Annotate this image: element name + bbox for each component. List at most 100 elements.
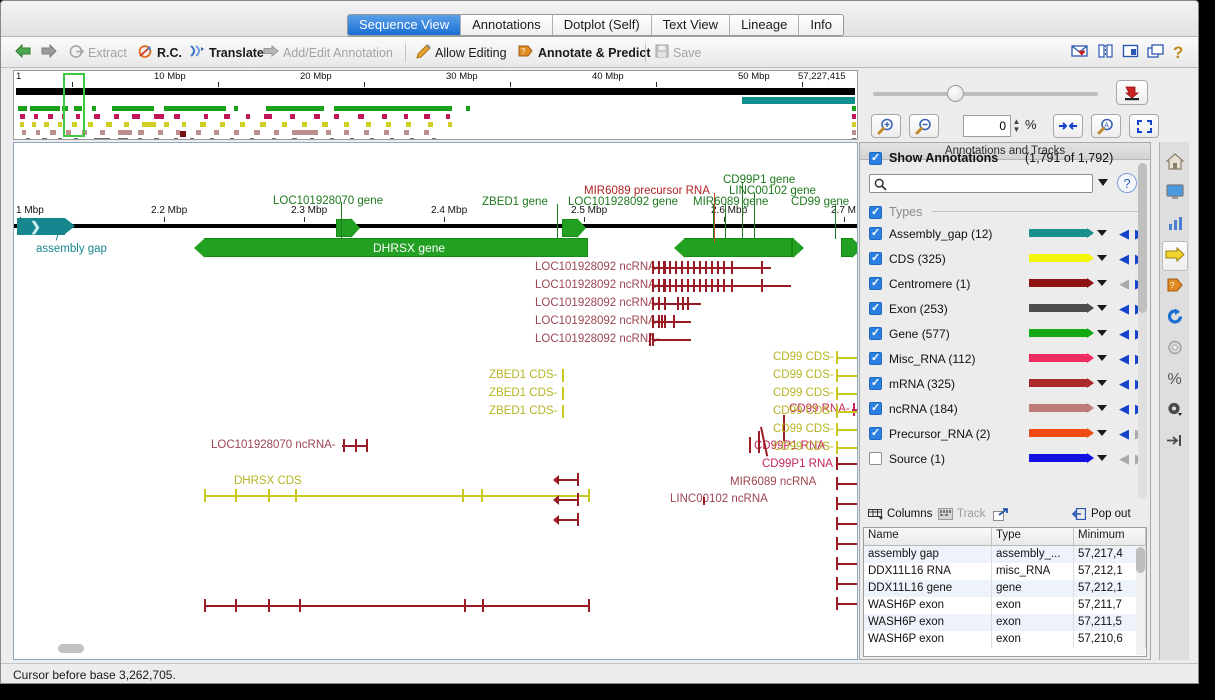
annotation-type-checkbox[interactable] (869, 301, 882, 315)
annotations-search-dropdown-icon[interactable] (1098, 179, 1108, 186)
table-scrollbar-thumb[interactable] (1136, 547, 1145, 573)
table-row[interactable]: WASH6P exon exon 57,211,7 (864, 597, 1146, 614)
annotation-type-row[interactable]: Precursor_RNA (2)◀▶ (869, 421, 1145, 446)
chevron-down-icon[interactable] (1097, 230, 1107, 236)
mail-button[interactable] (1071, 42, 1090, 63)
annotation-type-color-swatch[interactable] (1029, 404, 1087, 412)
annotation-type-row[interactable]: Centromere (1)◀▶ (869, 271, 1145, 296)
previous-feature-icon[interactable]: ◀ (1119, 427, 1129, 440)
annotation-type-row[interactable]: Source (1)◀▶ (869, 446, 1145, 471)
cds-label-cd99[interactable]: CD99 CDS- (773, 441, 834, 453)
previous-feature-icon[interactable]: ◀ (1119, 227, 1129, 240)
gene-feature-dhrsx[interactable]: DHRSX gene (194, 238, 588, 258)
add-edit-annotation-button[interactable]: Add/Edit Annotation (263, 42, 393, 63)
chevron-down-icon[interactable] (1097, 380, 1107, 386)
new-window-button[interactable] (1147, 42, 1165, 63)
chevron-down-icon[interactable] (1097, 455, 1107, 461)
strip-yellow-arrow-button[interactable] (1162, 241, 1188, 271)
gene-feature-cd99[interactable] (841, 238, 857, 258)
pop-out-button[interactable]: Pop out (1072, 508, 1131, 520)
chevron-down-icon[interactable] (1097, 330, 1107, 336)
allow-editing-button[interactable]: Allow Editing (415, 42, 507, 63)
annotation-type-row[interactable]: Exon (253)◀▶ (869, 296, 1145, 321)
annotation-type-checkbox[interactable] (869, 376, 882, 390)
strip-chart-button[interactable] (1162, 210, 1188, 240)
annotation-type-checkbox[interactable] (869, 251, 882, 265)
cds-label-zbed1[interactable]: ZBED1 CDS- (489, 387, 557, 399)
split-view-button[interactable] (1097, 42, 1115, 63)
chevron-down-icon[interactable] (1097, 430, 1107, 436)
annotation-type-checkbox[interactable] (869, 452, 882, 465)
gene-feature-loc101928092[interactable] (674, 238, 792, 258)
table-row[interactable]: WASH6P exon exon 57,210,6 (864, 631, 1146, 648)
tab-info[interactable]: Info (799, 15, 844, 35)
zoom-auto-button[interactable]: A (1091, 114, 1121, 138)
annotation-type-row[interactable]: Gene (577)◀▶ (869, 321, 1145, 346)
help-button[interactable]: ? (1173, 42, 1183, 63)
annotation-type-row[interactable]: CDS (325)◀▶ (869, 246, 1145, 271)
strip-refresh-button[interactable] (1162, 303, 1188, 333)
zoom-percent-stepper[interactable]: ▲ ▼ (1011, 115, 1022, 137)
strip-settings-gear-button[interactable] (1162, 396, 1188, 426)
annotation-type-color-swatch[interactable] (1029, 304, 1087, 312)
table-row[interactable]: DDX11L16 gene gene 57,212,1 (864, 580, 1146, 597)
zoom-percent-field[interactable]: 0 (963, 115, 1011, 137)
gene-label[interactable]: MIR6089 gene (693, 196, 768, 208)
fullscreen-button[interactable] (1129, 114, 1159, 138)
overview-viewport-selection[interactable] (63, 73, 85, 137)
show-annotations-checkbox[interactable] (869, 151, 882, 165)
chevron-down-icon[interactable] (1097, 405, 1107, 411)
sequence-view-panel[interactable]: 1 Mbp 2.2 Mbp 2.3 Mbp 2.4 Mbp 2.5 Mbp 2.6 Mbp… (13, 142, 858, 660)
rna-label[interactable]: LOC101928092 ncRNA- (535, 333, 660, 345)
rna-label-linc00102[interactable]: LINC00102 ncRNA (670, 493, 768, 505)
previous-feature-icon[interactable]: ◀ (1119, 327, 1129, 340)
cds-label-cd99[interactable]: CD99 CDS- (773, 405, 834, 417)
annotation-type-row[interactable]: ncRNA (184)◀▶ (869, 396, 1145, 421)
annotation-type-color-swatch[interactable] (1029, 429, 1087, 437)
annotation-type-color-swatch[interactable] (1029, 279, 1087, 287)
annotation-type-checkbox[interactable] (869, 326, 882, 340)
annotation-type-color-swatch[interactable] (1029, 229, 1087, 237)
gene-label[interactable]: LOC101928070 gene (273, 195, 383, 207)
annotation-type-checkbox[interactable] (869, 401, 882, 415)
zoom-slider-knob[interactable] (947, 85, 964, 102)
horizontal-scrollbar-thumb[interactable] (58, 644, 84, 653)
table-scrollbar[interactable] (1136, 547, 1145, 655)
cds-label-cd99[interactable]: CD99 CDS- (773, 423, 834, 435)
rna-label-cd99p1-2[interactable]: CD99P1 RNA (762, 458, 833, 470)
overview-panel[interactable]: 1 10 Mbp 20 Mbp 30 Mbp 40 Mbp 50 Mbp 57,227,41… (13, 70, 858, 140)
zoom-slider-track[interactable] (873, 92, 1098, 96)
annotations-scrollbar-thumb[interactable] (1138, 163, 1147, 313)
table-column-header[interactable]: Name (864, 528, 992, 545)
previous-feature-icon[interactable]: ◀ (1119, 352, 1129, 365)
annotation-type-row[interactable]: mRNA (325)◀▶ (869, 371, 1145, 396)
rna-label[interactable]: LOC101928092 ncRNA- (535, 315, 660, 327)
types-header-row[interactable]: Types (869, 205, 922, 219)
track-button[interactable]: Track (938, 508, 985, 520)
annotation-type-checkbox[interactable] (869, 351, 882, 365)
forward-button[interactable] (41, 42, 57, 63)
extract-button[interactable]: Extract (69, 42, 127, 63)
rna-label[interactable]: LOC101928092 ncRNA- (535, 297, 660, 309)
annotation-type-checkbox[interactable] (869, 226, 882, 240)
cds-label-zbed1[interactable]: ZBED1 CDS- (489, 369, 557, 381)
previous-feature-icon[interactable]: ◀ (1119, 377, 1129, 390)
tab-annotations[interactable]: Annotations (461, 15, 553, 35)
gene-feature-loc101928070[interactable] (336, 219, 352, 237)
table-column-header[interactable]: Type (992, 528, 1074, 545)
goto-position-button[interactable] (1116, 80, 1148, 105)
tab-dotplot-self[interactable]: Dotplot (Self) (552, 15, 652, 35)
strip-collapse-panel-button[interactable] (1162, 427, 1188, 457)
zoom-in-button[interactable] (871, 114, 901, 138)
cds-label-cd99[interactable]: CD99 CDS- (773, 351, 834, 363)
annotation-type-color-swatch[interactable] (1029, 254, 1087, 262)
previous-feature-icon[interactable]: ◀ (1119, 402, 1129, 415)
strip-monitor-button[interactable] (1162, 179, 1188, 209)
annotation-type-row[interactable]: Misc_RNA (112)◀▶ (869, 346, 1145, 371)
strip-annotate-button[interactable]: ? (1162, 272, 1188, 302)
zoom-out-button[interactable] (909, 114, 939, 138)
tab-lineage[interactable]: Lineage (730, 15, 800, 35)
annotation-type-color-swatch[interactable] (1029, 454, 1087, 462)
cds-label-dhrsx[interactable]: DHRSX CDS (234, 475, 302, 487)
tab-sequence-view[interactable]: Sequence View (348, 15, 462, 35)
